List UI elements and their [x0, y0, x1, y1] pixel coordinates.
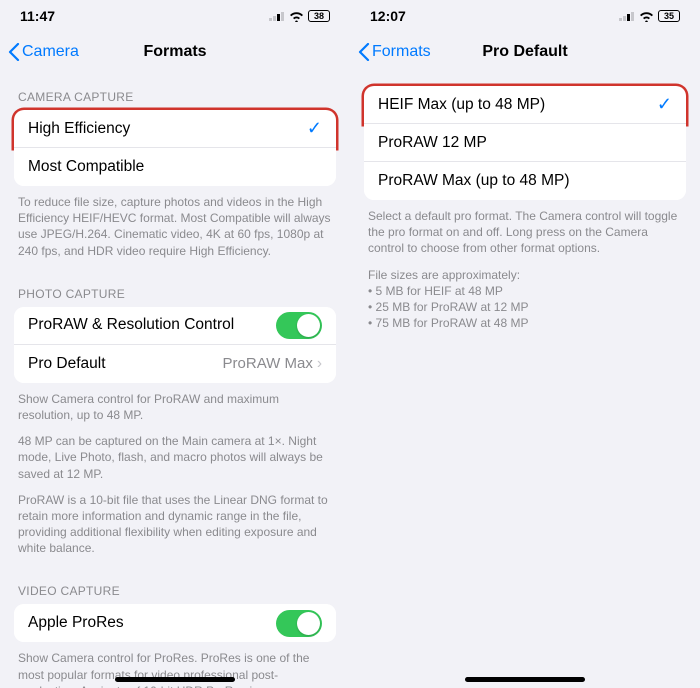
- chevron-right-icon: ›: [317, 355, 322, 373]
- status-time: 12:07: [370, 8, 406, 24]
- row-label: Pro Default: [28, 355, 106, 373]
- back-button[interactable]: Formats: [358, 43, 431, 61]
- group-photo-capture: ProRAW & Resolution Control Pro Default …: [14, 307, 336, 383]
- status-bar: 12:07 35: [350, 0, 700, 32]
- wifi-icon: [639, 11, 654, 22]
- nav-bar: Formats Pro Default: [350, 32, 700, 72]
- footer-size-a: • 5 MB for HEIF at 48 MP: [368, 284, 503, 298]
- back-label: Camera: [22, 43, 79, 61]
- row-heif-max[interactable]: HEIF Max (up to 48 MP) ✓: [364, 86, 686, 124]
- row-label: ProRAW 12 MP: [378, 134, 487, 152]
- check-icon: ✓: [657, 94, 672, 115]
- toggle-proraw[interactable]: [276, 312, 322, 339]
- section-header-camera-capture: CAMERA CAPTURE: [14, 72, 336, 110]
- row-most-compatible[interactable]: Most Compatible: [14, 148, 336, 186]
- group-camera-capture: High Efficiency ✓ Most Compatible: [14, 110, 336, 186]
- row-label: ProRAW Max (up to 48 MP): [378, 172, 570, 190]
- chevron-left-icon: [8, 43, 20, 61]
- row-proraw-resolution[interactable]: ProRAW & Resolution Control: [14, 307, 336, 345]
- footer-size-c: • 75 MB for ProRAW at 48 MP: [368, 316, 528, 330]
- row-label: High Efficiency: [28, 120, 130, 138]
- row-label: ProRAW & Resolution Control: [28, 316, 234, 334]
- back-button[interactable]: Camera: [8, 43, 79, 61]
- row-label: Apple ProRes: [28, 614, 124, 632]
- battery-icon: 38: [308, 10, 330, 22]
- back-label: Formats: [372, 43, 431, 61]
- row-apple-prores[interactable]: Apple ProRes: [14, 604, 336, 642]
- status-time: 11:47: [20, 8, 55, 24]
- row-label: Most Compatible: [28, 158, 144, 176]
- footer-size-b: • 25 MB for ProRAW at 12 MP: [368, 300, 528, 314]
- status-right: 35: [619, 10, 680, 22]
- check-icon: ✓: [307, 118, 322, 139]
- group-video-capture: Apple ProRes: [14, 604, 336, 642]
- phone-pro-default: 12:07 35 Formats Pro Default HEIF Max (u…: [350, 0, 700, 688]
- toggle-prores[interactable]: [276, 610, 322, 637]
- footer-photo-capture: Show Camera control for ProRAW and maxim…: [14, 383, 336, 557]
- row-pro-default[interactable]: Pro Default ProRAW Max ›: [14, 345, 336, 383]
- chevron-left-icon: [358, 43, 370, 61]
- home-indicator[interactable]: [115, 677, 235, 682]
- status-right: 38: [269, 10, 330, 22]
- battery-icon: 35: [658, 10, 680, 22]
- row-proraw-12mp[interactable]: ProRAW 12 MP: [364, 124, 686, 162]
- cellular-icon: [619, 11, 635, 21]
- row-value: ProRAW Max: [223, 355, 313, 372]
- footer-sizes-head: File sizes are approximately:: [368, 268, 520, 282]
- cellular-icon: [269, 11, 285, 21]
- section-header-video-capture: VIDEO CAPTURE: [14, 566, 336, 604]
- section-header-photo-capture: PHOTO CAPTURE: [14, 269, 336, 307]
- wifi-icon: [289, 11, 304, 22]
- nav-bar: Camera Formats: [0, 32, 350, 72]
- group-pro-default: HEIF Max (up to 48 MP) ✓ ProRAW 12 MP Pr…: [364, 86, 686, 200]
- row-label: HEIF Max (up to 48 MP): [378, 96, 545, 114]
- status-bar: 11:47 38: [0, 0, 350, 32]
- footer-pro-default: Select a default pro format. The Camera …: [364, 200, 686, 331]
- phone-formats: 11:47 38 Camera Formats CAMERA CAPTURE H…: [0, 0, 350, 688]
- home-indicator[interactable]: [465, 677, 585, 682]
- footer-camera-capture: To reduce file size, capture photos and …: [14, 186, 336, 259]
- row-proraw-max[interactable]: ProRAW Max (up to 48 MP): [364, 162, 686, 200]
- row-high-efficiency[interactable]: High Efficiency ✓: [14, 110, 336, 148]
